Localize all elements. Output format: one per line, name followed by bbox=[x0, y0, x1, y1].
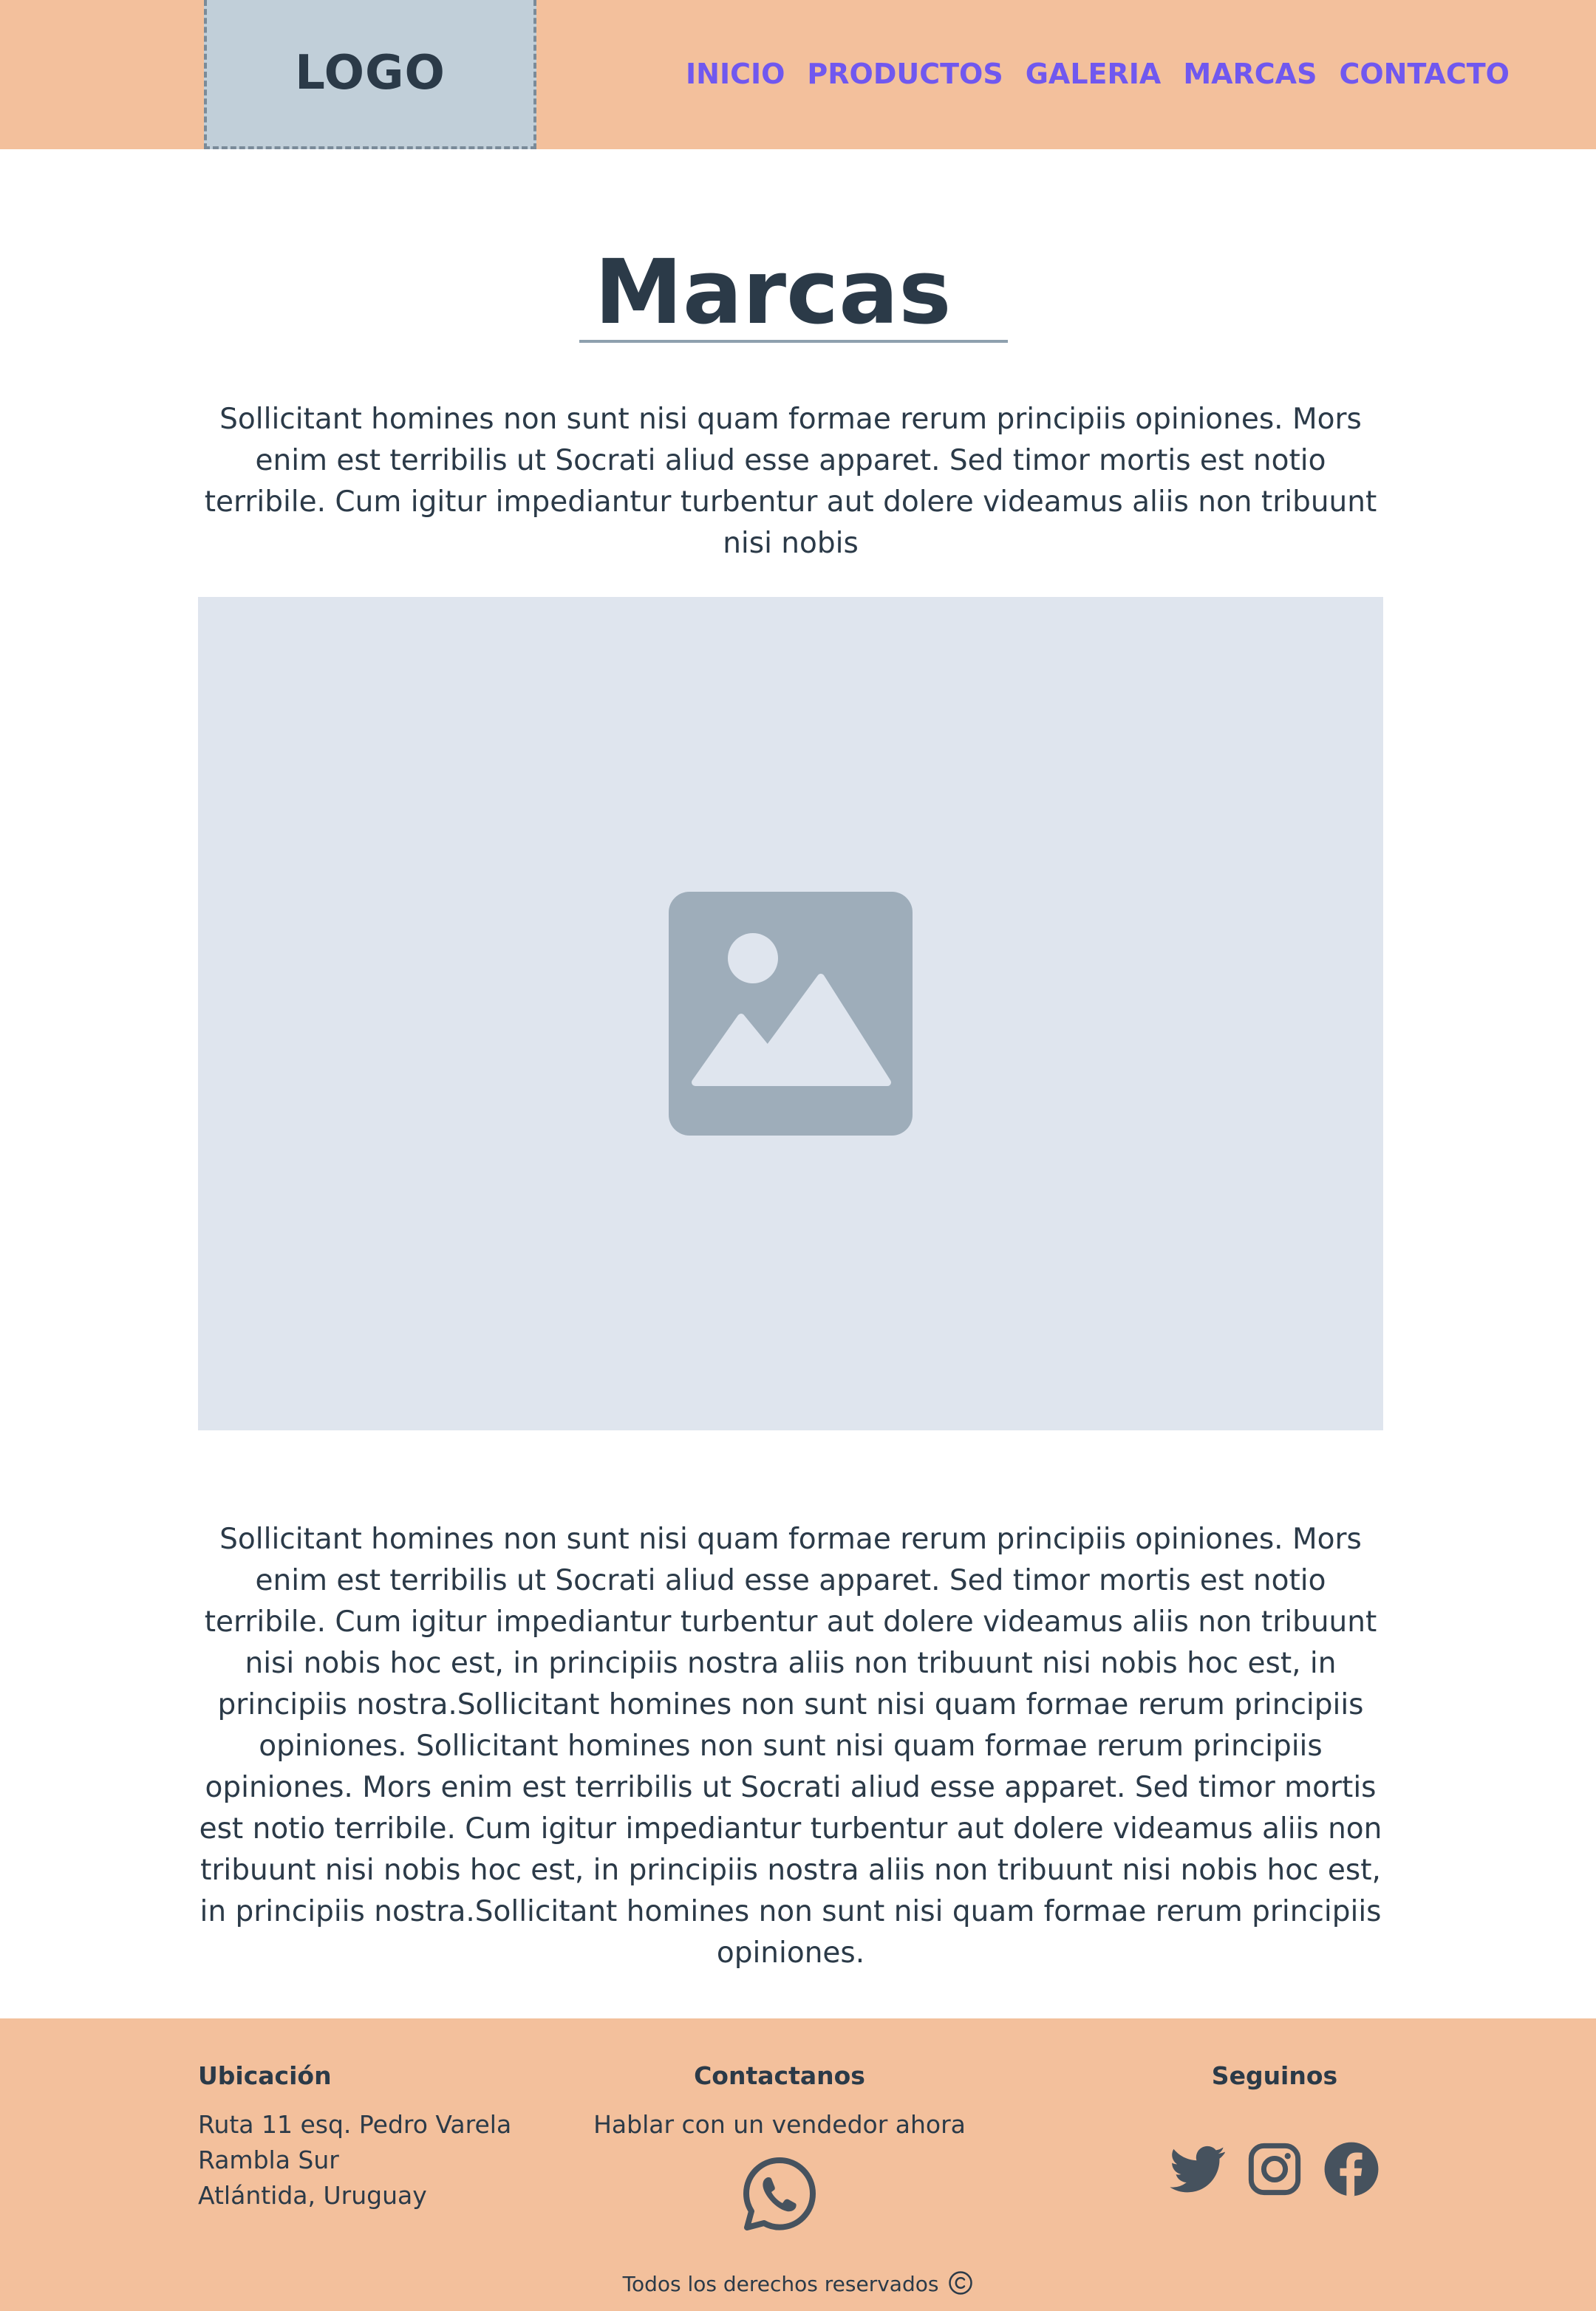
logo[interactable]: LOGO bbox=[204, 0, 536, 149]
twitter-icon[interactable] bbox=[1170, 2141, 1226, 2197]
location-heading: Ubicación bbox=[198, 2061, 332, 2090]
whatsapp-icon[interactable] bbox=[740, 2154, 819, 2234]
instagram-icon[interactable] bbox=[1247, 2141, 1303, 2197]
footer-location: Ubicación Ruta 11 esq. Pedro Varela Ramb… bbox=[198, 2058, 511, 2213]
copyright-icon bbox=[949, 2271, 973, 2295]
nav-link-inicio[interactable]: INICIO bbox=[686, 52, 785, 96]
contact-text[interactable]: Hablar con un vendedor ahora bbox=[576, 2107, 983, 2143]
main-nav: INICIO PRODUCTOS GALERIA MARCAS CONTACTO bbox=[686, 52, 1510, 96]
social-heading: Seguinos bbox=[1211, 2061, 1338, 2090]
facebook-icon[interactable] bbox=[1323, 2141, 1380, 2197]
image-placeholder bbox=[198, 597, 1383, 1430]
logo-text: LOGO bbox=[295, 46, 446, 100]
site-header: LOGO INICIO PRODUCTOS GALERIA MARCAS CON… bbox=[0, 0, 1596, 149]
address-line: Atlántida, Uruguay bbox=[198, 2181, 427, 2210]
social-icons bbox=[1153, 2141, 1396, 2197]
nav-link-galeria[interactable]: GALERIA bbox=[1026, 52, 1162, 96]
page-title: Marcas bbox=[594, 242, 952, 344]
nav-link-productos[interactable]: PRODUCTOS bbox=[807, 52, 1003, 96]
contact-heading: Contactanos bbox=[694, 2061, 865, 2090]
site-footer: Ubicación Ruta 11 esq. Pedro Varela Ramb… bbox=[0, 2018, 1596, 2311]
footer-social: Seguinos bbox=[1153, 2058, 1396, 2197]
nav-link-contacto[interactable]: CONTACTO bbox=[1339, 52, 1510, 96]
title-divider bbox=[579, 340, 1008, 343]
footer-contact: Contactanos Hablar con un vendedor ahora bbox=[576, 2058, 983, 2234]
copyright-text: Todos los derechos reservados bbox=[622, 2272, 939, 2296]
nav-link-marcas[interactable]: MARCAS bbox=[1183, 52, 1317, 96]
body-paragraph: Sollicitant homines non sunt nisi quam f… bbox=[199, 1523, 1382, 1970]
address-line: Ruta 11 esq. Pedro Varela bbox=[198, 2110, 512, 2139]
image-placeholder-icon bbox=[669, 892, 913, 1136]
copyright: Todos los derechos reservados bbox=[0, 2270, 1596, 2299]
intro-paragraph: Sollicitant homines non sunt nisi quam f… bbox=[204, 403, 1377, 560]
address-line: Rambla Sur bbox=[198, 2146, 339, 2174]
